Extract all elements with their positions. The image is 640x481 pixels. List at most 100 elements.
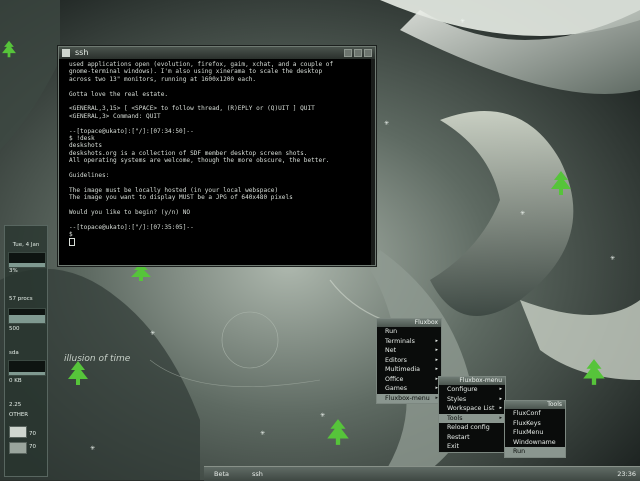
dock-value-d: 70: [29, 444, 36, 450]
menu-item-label: Reload config: [447, 424, 490, 431]
terminal-line: <GENERAL,3,15> [ <SPACE> to follow threa…: [69, 105, 315, 113]
terminal-line: $ !desk: [69, 134, 95, 142]
menu-item-label: Exit: [447, 443, 459, 450]
terminal-window[interactable]: ssh used applications open (evolution, f…: [58, 46, 376, 266]
terminal-line: The image you want to display MUST be a …: [69, 194, 293, 202]
menu-item-label: Games: [385, 385, 408, 392]
terminal-line: <GENERAL,3> Command: QUIT: [69, 112, 161, 120]
menu-item-reload-config[interactable]: Reload config: [439, 423, 505, 433]
menu-item-label: Windowname: [513, 438, 556, 446]
menu-item-label: Configure: [447, 386, 478, 393]
menu-item-label: Tools: [447, 414, 463, 422]
menu-item-fluxmenu[interactable]: FluxMenu: [505, 428, 565, 438]
terminal-scrollbar[interactable]: [371, 59, 375, 265]
terminal-line: --[topace@ukato]:["/]:[07:35:05]--: [69, 223, 194, 231]
tools-submenu[interactable]: Tools FluxConf FluxKeys FluxMenu Windowname…: [504, 400, 566, 458]
procs-label: 57 procs: [9, 296, 33, 302]
dock-value-c: 70: [29, 431, 36, 437]
fluxbox-root-menu[interactable]: Fluxbox Run Terminals ▸ Net ▸ Editors ▸ Multime…: [376, 318, 442, 404]
menu-item-office[interactable]: Office ▸: [377, 375, 441, 385]
menu-item-label: FluxConf: [513, 410, 541, 417]
menu-item-label: Editors: [385, 356, 407, 364]
tools-submenu-title: Tools: [505, 401, 565, 409]
snowflake-icon: ✳: [90, 445, 96, 452]
menu-item-label: Multimedia: [385, 366, 421, 373]
menu-item-exit[interactable]: Exit: [439, 442, 505, 452]
snowflake-icon: ✳: [610, 255, 616, 262]
minimize-button[interactable]: [344, 49, 352, 57]
fluxbox-submenu[interactable]: Fluxbox-menu Configure ▸ Styles ▸ Workspace …: [438, 376, 506, 453]
network-label: 0 KB: [9, 378, 22, 384]
dock-value-b: OTHER: [9, 412, 29, 418]
terminal-line: gnome-terminal windows). I'm also using …: [69, 68, 323, 76]
menu-item-windowname[interactable]: Windowname: [505, 438, 565, 448]
menu-item-label: FluxMenu: [513, 429, 544, 436]
menu-item-label: Net: [385, 347, 397, 354]
cpu-label: 3%: [9, 268, 18, 274]
mail-icon[interactable]: [9, 426, 27, 438]
snowflake-icon: ✳: [260, 430, 266, 437]
snowflake-icon: ✳: [520, 210, 526, 217]
terminal-titlebar[interactable]: ssh: [59, 47, 375, 59]
menu-item-fluxkeys[interactable]: FluxKeys: [505, 419, 565, 429]
menu-item-restart[interactable]: Restart: [439, 433, 505, 443]
terminal-icon: [62, 49, 70, 57]
submenu-arrow-icon: ▸: [435, 347, 438, 353]
menu-item-games[interactable]: Games ▸: [377, 384, 441, 394]
menu-item-run[interactable]: Run: [505, 447, 565, 457]
workspace-name[interactable]: Beta: [214, 467, 229, 481]
menu-item-label: Styles: [447, 395, 467, 403]
taskbar-item-label: ssh: [252, 470, 263, 478]
submenu-arrow-icon: ▸: [435, 337, 438, 344]
system-monitor-dock: Tue, 4 Jan 3% 57 procs 500 sda 0 KB 2.25…: [4, 225, 48, 477]
snowflake-icon: ✳: [384, 120, 390, 127]
menu-item-editors[interactable]: Editors ▸: [377, 356, 441, 366]
terminal-line: Gotta love the real estate.: [69, 90, 169, 98]
menu-item-fluxbox-menu[interactable]: Fluxbox-menu ▸: [377, 393, 441, 403]
clock: 23:36: [617, 470, 636, 478]
maximize-button[interactable]: [354, 49, 362, 57]
terminal-line: --[topace@ukato]:["/]:[07:34:50]--: [69, 127, 194, 135]
terminal-line: $: [69, 230, 77, 238]
snowflake-icon: ✳: [150, 330, 156, 337]
root-menu-title: Fluxbox: [377, 319, 441, 327]
menu-item-styles[interactable]: Styles ▸: [439, 395, 505, 405]
menu-item-run[interactable]: Run: [377, 327, 441, 337]
menu-item-fluxconf[interactable]: FluxConf: [505, 409, 565, 419]
close-button[interactable]: [364, 49, 372, 57]
menu-item-net[interactable]: Net ▸: [377, 346, 441, 356]
menu-item-tools[interactable]: Tools ▸: [439, 413, 505, 423]
terminal-line: deskshots.org is a collection of SDF mem…: [69, 149, 308, 157]
submenu-arrow-icon: ▸: [435, 356, 438, 363]
menu-item-multimedia[interactable]: Multimedia ▸: [377, 365, 441, 375]
terminal-line: All operating systems are welcome, thoug…: [69, 157, 330, 165]
submenu-arrow-icon: ▸: [499, 386, 502, 392]
date-label: Tue, 4 Jan: [12, 242, 40, 248]
volume-icon[interactable]: [9, 442, 27, 454]
terminal-output[interactable]: used applications open (evolution, firef…: [59, 59, 375, 263]
tree-icon: [551, 171, 571, 195]
disk-label: sda: [9, 350, 19, 356]
network-meter: [8, 360, 46, 376]
terminal-line: deskshots: [69, 142, 103, 150]
tree-icon: [68, 361, 88, 385]
menu-item-label: Terminals: [385, 337, 415, 345]
cpu-meter: [8, 252, 46, 268]
dock-value-a: 2.25: [9, 402, 22, 408]
fluxbox-submenu-title: Fluxbox-menu: [439, 377, 505, 385]
menu-item-terminals[interactable]: Terminals ▸: [377, 337, 441, 347]
menu-item-label: Run: [385, 328, 398, 335]
menu-item-label: Run: [513, 448, 526, 455]
snowflake-icon: ✳: [320, 412, 326, 419]
menu-item-configure[interactable]: Configure ▸: [439, 385, 505, 395]
submenu-arrow-icon: ▸: [499, 405, 502, 411]
menu-item-workspace-list[interactable]: Workspace List ▸: [439, 404, 505, 414]
taskbar-item-ssh[interactable]: ssh: [252, 469, 612, 479]
terminal-line: across two 13" monitors, running at 1600…: [69, 75, 257, 83]
terminal-line: used applications open (evolution, firef…: [69, 61, 334, 68]
